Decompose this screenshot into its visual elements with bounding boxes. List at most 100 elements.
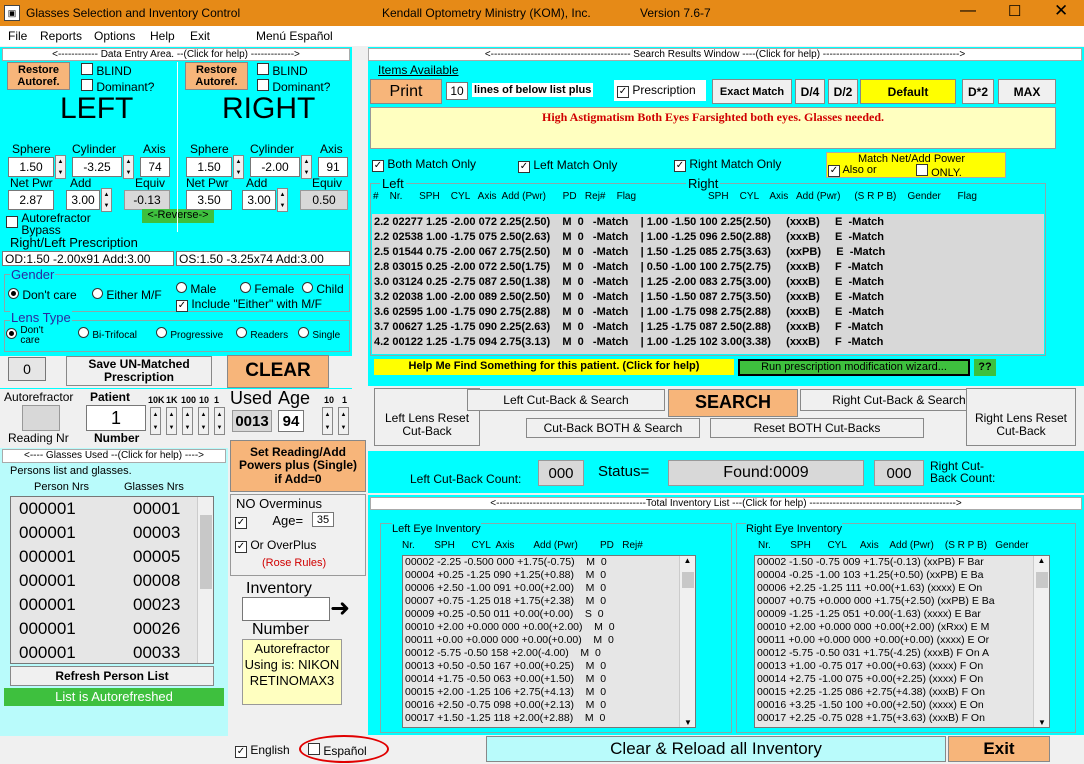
gender-either-radio[interactable]: Either M/F [92,288,162,302]
list-item[interactable]: 00009 +0.25 -0.50 011 +0.00(+0.00) S 0 [405,608,695,621]
wizard-help-button[interactable]: ?? [974,359,996,376]
list-item[interactable]: 00004 -0.25 -1.00 103 +1.25(+0.50) (xxPB… [757,569,1033,582]
lines-input[interactable]: 10 [446,82,468,100]
list-item[interactable]: 000001 00003 [11,523,213,547]
menu-file[interactable]: File [8,29,27,43]
maximize-icon[interactable]: ☐ [1008,2,1021,20]
list-item[interactable]: 00002 -1.50 -0.75 009 +1.75(-0.13) (xxPB… [757,556,1033,569]
blind-left-checkbox[interactable]: BLIND [81,63,132,78]
d4-button[interactable]: D/4 [795,79,825,104]
menu-help[interactable]: Help [150,29,175,43]
table-row[interactable]: 4.2 00122 1.25 -1.75 094 2.75(3.13) M 0 … [374,335,1044,350]
prescription-checkbox[interactable]: ✓ Prescription [614,80,706,101]
list-item[interactable]: 00007 +0.75 +0.000 000 +1.75(+2.50) (xxP… [757,595,1033,608]
default-button[interactable]: Default [860,79,956,104]
inventory-header[interactable]: <---------------------------------------… [370,497,1082,510]
close-icon[interactable]: ✕ [1054,1,1068,21]
gender-dont-care-radio[interactable]: Don't care [8,288,77,302]
data-entry-header[interactable]: <------------ Data Entry Area. --(Click … [2,48,350,61]
list-item[interactable]: 00017 +2.25 -0.75 028 +1.75(+3.63) (xxxB… [757,712,1033,725]
d2-button[interactable]: D/2 [828,79,858,104]
rose-rules-label[interactable]: (Rose Rules) [262,557,326,569]
table-row[interactable]: 2.2 02538 1.00 -1.75 075 2.50(2.63) M 0 … [374,230,1044,245]
sphere-right-spinner[interactable]: ▲ ▼ [233,155,244,179]
table-row[interactable]: 3.6 02595 1.00 -1.75 090 2.75(2.88) M 0 … [374,305,1044,320]
english-checkbox[interactable]: ✓ English [235,743,290,758]
digit-100-spinner[interactable]: ▲ ▼ [182,407,193,435]
table-row[interactable]: 3.7 00627 1.25 -1.75 090 2.25(2.63) M 0 … [374,320,1044,335]
sphere-right-input[interactable]: 1.50 [186,157,232,177]
list-item[interactable]: 00010 +2.00 +0.000 000 +0.00(+2.00) (xRx… [757,621,1033,634]
search-button[interactable]: SEARCH [668,389,798,417]
refresh-person-list-button[interactable]: Refresh Person List [10,666,214,686]
list-item[interactable]: 00011 +0.00 +0.000 000 +0.00(+0.00) M 0 [405,634,695,647]
minimize-icon[interactable]: — [960,2,976,20]
exit-button[interactable]: Exit [948,736,1050,762]
gender-child-radio[interactable]: Child [302,282,344,296]
list-item[interactable]: 00010 +2.00 +0.000 000 +0.00(+2.00) M 0 [405,621,695,634]
list-item[interactable]: 000001 00005 [11,547,213,571]
persons-glasses-list[interactable]: 000001 00001 000001 00003 000001 00005 000001 0… [10,496,214,664]
axis-right-input[interactable]: 91 [318,157,348,177]
set-reading-button[interactable]: Set Reading/Add Powers plus (Single) if … [230,440,366,492]
reset-both-cutbacks-button[interactable]: Reset BOTH Cut-Backs [710,418,924,438]
also-or-checkbox[interactable]: ✓ Also or [828,164,877,177]
scrollbar[interactable]: ▲ ▼ [679,556,695,727]
menu-options[interactable]: Options [94,29,135,43]
age-10-spinner[interactable]: ▲ ▼ [322,407,333,435]
lens-progressive-radio[interactable]: Progressive [156,327,223,341]
digit-1k-spinner[interactable]: ▲ ▼ [166,407,177,435]
add-right-input[interactable]: 3.00 [242,190,276,210]
max-button[interactable]: MAX [998,79,1056,104]
print-button[interactable]: Print [370,79,442,104]
digit-10k-spinner[interactable]: ▲ ▼ [150,407,161,435]
right-match-checkbox[interactable]: ✓ Right Match Only [674,157,781,172]
lens-readers-radio[interactable]: Readers [236,327,288,341]
add-right-spinner[interactable]: ▲ ▼ [277,188,288,212]
list-item[interactable]: 00015 +2.25 -1.25 086 +2.75(+4.38) (xxxB… [757,686,1033,699]
blind-right-checkbox[interactable]: BLIND [257,63,308,78]
both-match-checkbox[interactable]: ✓ Both Match Only [372,157,476,172]
lens-single-radio[interactable]: Single [298,327,340,341]
list-item[interactable]: 000001 00001 [11,499,213,523]
list-item[interactable]: 000001 00026 [11,619,213,643]
left-lens-reset-button[interactable]: Left Lens Reset Cut-Back [374,388,480,446]
age-1-spinner[interactable]: ▲ ▼ [338,407,349,435]
lens-dont-care-radio[interactable]: Don't care [6,326,54,346]
axis-left-input[interactable]: 74 [140,157,170,177]
restore-autoref-right-button[interactable]: Restore Autoref. [185,62,248,90]
scrollbar[interactable] [197,497,213,663]
glasses-used-header[interactable]: <---- Glasses Used --(Click for help) --… [2,449,226,463]
add-left-input[interactable]: 3.00 [66,190,100,210]
table-row[interactable]: 2.5 01544 0.75 -2.00 067 2.75(2.50) M 0 … [374,245,1044,260]
cylinder-right-spinner[interactable]: ▲ ▼ [301,155,312,179]
list-item[interactable]: 00016 +3.25 -1.50 100 +0.00(+2.50) (xxxx… [757,699,1033,712]
exact-match-button[interactable]: Exact Match [712,79,792,104]
help-me-find-button[interactable]: Help Me Find Something for this patient.… [374,359,734,375]
right-lens-reset-button[interactable]: Right Lens Reset Cut-Back [966,388,1076,446]
list-item[interactable]: 00006 +2.50 -1.00 091 +0.00(+2.00) M 0 [405,582,695,595]
list-item[interactable]: 00013 +1.00 -0.75 017 +0.00(+0.63) (xxxx… [757,660,1033,673]
list-item[interactable]: 00015 +2.00 -1.25 106 +2.75(+4.13) M 0 [405,686,695,699]
list-item[interactable]: 00007 +0.75 -1.25 018 +1.75(+2.38) M 0 [405,595,695,608]
right-inventory-list[interactable]: 00002 -1.50 -0.75 009 +1.75(-0.13) (xxPB… [754,555,1050,728]
list-item[interactable]: 000001 00033 [11,643,213,663]
search-results-list[interactable]: 2.2 02277 1.25 -2.00 072 2.25(2.50) M 0 … [372,214,1044,354]
only-checkbox[interactable]: ONLY. [916,164,962,179]
list-item[interactable]: 00014 +1.75 -0.50 063 +0.00(+1.50) M 0 [405,673,695,686]
clear-reload-button[interactable]: Clear & Reload all Inventory [486,736,946,762]
table-row[interactable]: 2.8 03015 0.25 -2.00 072 2.50(1.75) M 0 … [374,260,1044,275]
cylinder-right-input[interactable]: -2.00 [250,157,300,177]
list-item[interactable]: 00014 +2.75 -1.00 075 +0.00(+2.25) (xxxx… [757,673,1033,686]
digit-1-spinner[interactable]: ▲ ▼ [214,407,225,435]
inventory-number-input[interactable] [242,597,330,621]
list-item[interactable]: 00002 -2.25 -0.500 000 +1.75(-0.75) M 0 [405,556,695,569]
dx2-button[interactable]: D*2 [962,79,994,104]
menu-espanol[interactable]: Menú Español [256,29,333,43]
list-item[interactable]: 00012 -5.75 -0.50 031 +1.75(-4.25) (xxxB… [757,647,1033,660]
gender-female-radio[interactable]: Female [240,282,294,296]
add-left-spinner[interactable]: ▲ ▼ [101,188,112,212]
table-row[interactable]: 3.2 02038 1.00 -2.00 089 2.50(2.50) M 0 … [374,290,1044,305]
list-item[interactable]: 00012 -5.75 -0.50 158 +2.00(-4.00) M 0 [405,647,695,660]
save-unmatched-button[interactable]: Save UN-Matched Prescription [66,356,212,386]
